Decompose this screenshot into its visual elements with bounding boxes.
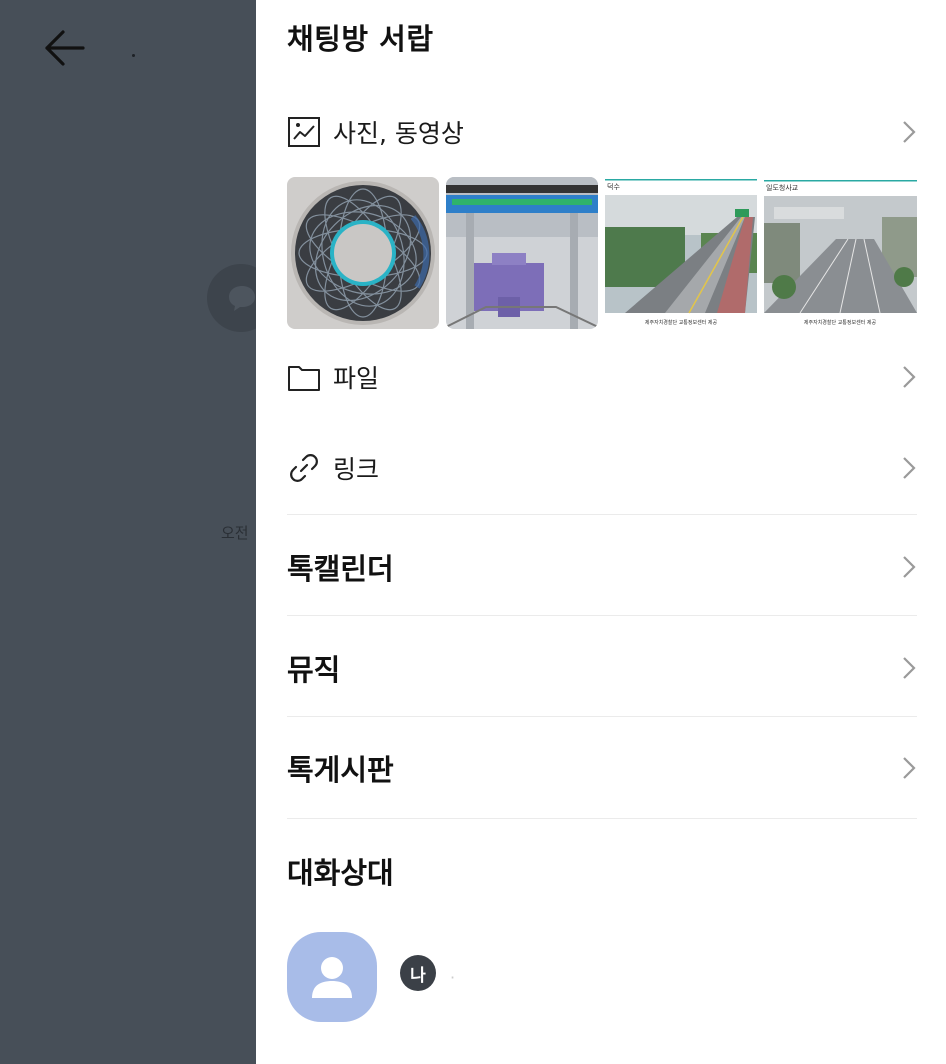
talk-calendar-row[interactable]: 톡캘린더 xyxy=(287,542,917,592)
talk-calendar-label: 톡캘린더 xyxy=(287,552,394,586)
thumb3-caption: 제주자치경찰단 교통정보센터 제공 xyxy=(644,319,717,326)
chevron-right-icon xyxy=(903,457,916,479)
photo-thumbnail-1[interactable] xyxy=(287,177,439,329)
chevron-right-icon xyxy=(903,757,916,779)
section-separator xyxy=(287,514,917,515)
person-icon xyxy=(312,957,352,998)
chat-bubble-icon xyxy=(229,286,255,311)
folder-icon xyxy=(287,360,321,394)
photo-thumbnail-3[interactable]: 덕수 제주자치경찰단 교통정보센터 제공 xyxy=(604,177,758,329)
back-button[interactable] xyxy=(40,26,88,70)
participant-name: · xyxy=(450,967,456,987)
section-separator xyxy=(287,716,917,717)
music-row[interactable]: 뮤직 xyxy=(287,643,917,693)
photos-videos-label: 사진, 동영상 xyxy=(333,119,464,148)
thumb4-header: 일도청사교 xyxy=(766,183,799,192)
talk-board-row[interactable]: 톡게시판 xyxy=(287,743,917,793)
talk-board-label: 톡게시판 xyxy=(287,753,394,787)
link-icon xyxy=(287,451,321,485)
photo-thumbnail-2[interactable] xyxy=(445,177,598,329)
chevron-right-icon xyxy=(903,121,916,143)
thumb3-header: 덕수 xyxy=(607,182,620,191)
thumb4-caption: 제주자치경찰단 교통정보센터 제공 xyxy=(804,319,877,326)
participants-header: 대화상대 xyxy=(287,846,917,896)
arrow-left-icon xyxy=(45,30,85,66)
photo-thumbnail-4[interactable]: 일도청사교 제주자치경찰단 교통정보센터 제공 xyxy=(764,177,917,329)
links-label: 링크 xyxy=(333,455,380,484)
me-badge: 나 xyxy=(400,955,436,991)
links-row[interactable]: 링크 xyxy=(287,445,917,491)
chat-title-dot xyxy=(132,54,135,57)
section-separator xyxy=(287,818,917,819)
drawer-title: 채팅방 서랍 xyxy=(287,22,434,56)
chevron-right-icon xyxy=(903,556,916,578)
chevron-right-icon xyxy=(903,657,916,679)
participants-title: 대화상대 xyxy=(287,856,394,890)
photo-thumbnails: 덕수 제주자치경찰단 교통정보센터 제공 일도청사교 제주자치경찰단 교통정보센… xyxy=(287,177,917,329)
photos-videos-row[interactable]: 사진, 동영상 xyxy=(287,109,917,155)
image-icon xyxy=(287,115,321,149)
files-label: 파일 xyxy=(333,364,380,393)
chat-room-background[interactable]: 오전 xyxy=(0,0,275,1064)
chat-drawer-panel: 채팅방 서랍 사진, 동영상 덕수 제주자치경찰단 교통정보센터 제공 일도청사… xyxy=(256,0,946,1064)
screen: 오전 채팅방 서랍 사진, 동영상 덕수 제주자치경찰단 교통정보센터 제공 일… xyxy=(0,0,946,1064)
section-separator xyxy=(287,615,917,616)
chevron-right-icon xyxy=(903,366,916,388)
message-time: 오전 xyxy=(221,524,249,542)
files-row[interactable]: 파일 xyxy=(287,354,917,400)
participant-row[interactable]: 나 · xyxy=(287,932,455,1022)
music-label: 뮤직 xyxy=(287,653,341,687)
avatar xyxy=(287,932,377,1022)
